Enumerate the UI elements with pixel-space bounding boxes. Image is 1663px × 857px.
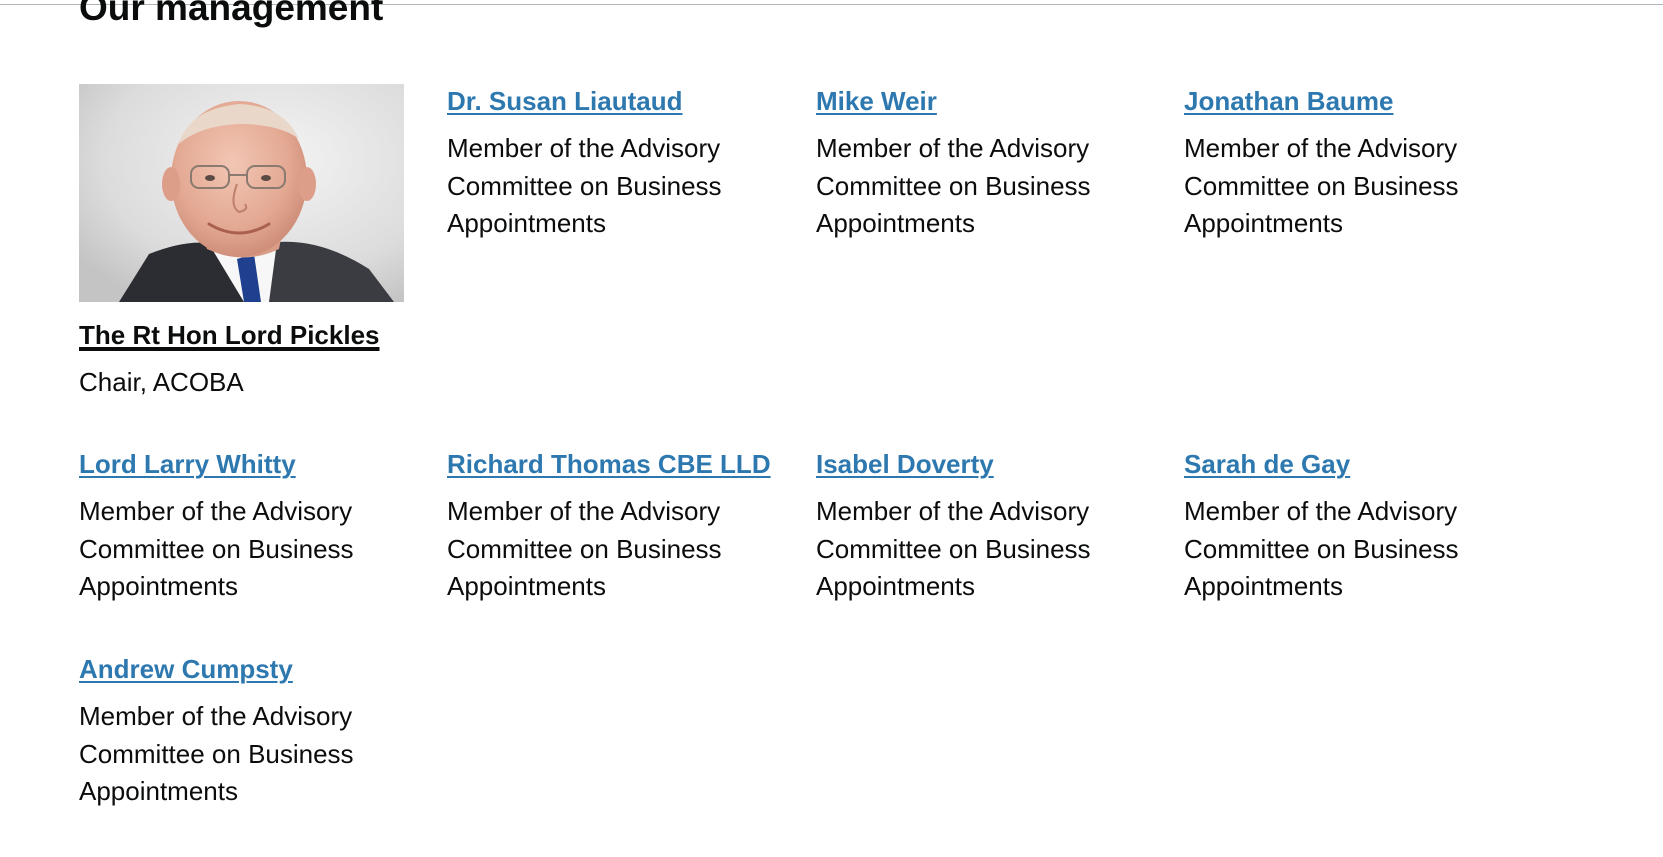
person-name-link[interactable]: The Rt Hon Lord Pickles xyxy=(79,318,380,352)
person-role: Member of the Advisory Committee on Busi… xyxy=(447,496,722,601)
chair-portrait-photo[interactable] xyxy=(79,84,404,302)
person-role: Chair, ACOBA xyxy=(79,367,244,397)
person-card: Jonathan Baume Member of the Advisory Co… xyxy=(1184,84,1529,243)
person-name-link[interactable]: Jonathan Baume xyxy=(1184,84,1394,118)
person-role: Member of the Advisory Committee on Busi… xyxy=(1184,496,1459,601)
person-card-chair: The Rt Hon Lord Pickles Chair, ACOBA xyxy=(79,84,424,402)
person-role: Member of the Advisory Committee on Busi… xyxy=(79,701,354,806)
person-role: Member of the Advisory Committee on Busi… xyxy=(816,496,1091,601)
person-card: Andrew Cumpsty Member of the Advisory Co… xyxy=(79,652,424,811)
person-role: Member of the Advisory Committee on Busi… xyxy=(79,496,354,601)
person-card: Dr. Susan Liautaud Member of the Advisor… xyxy=(447,84,792,243)
person-name-link[interactable]: Mike Weir xyxy=(816,84,937,118)
person-name-link[interactable]: Sarah de Gay xyxy=(1184,447,1350,481)
person-role: Member of the Advisory Committee on Busi… xyxy=(447,133,722,238)
person-name-link[interactable]: Richard Thomas CBE LLD xyxy=(447,447,771,481)
person-name-link[interactable]: Dr. Susan Liautaud xyxy=(447,84,683,118)
person-card: Sarah de Gay Member of the Advisory Comm… xyxy=(1184,447,1529,606)
person-card: Lord Larry Whitty Member of the Advisory… xyxy=(79,447,424,606)
person-card: Richard Thomas CBE LLD Member of the Adv… xyxy=(447,447,792,606)
person-role: Member of the Advisory Committee on Busi… xyxy=(1184,133,1459,238)
person-name-link[interactable]: Lord Larry Whitty xyxy=(79,447,296,481)
person-card: Isabel Doverty Member of the Advisory Co… xyxy=(816,447,1161,606)
person-card: Mike Weir Member of the Advisory Committ… xyxy=(816,84,1161,243)
person-role: Member of the Advisory Committee on Busi… xyxy=(816,133,1091,238)
person-name-link[interactable]: Andrew Cumpsty xyxy=(79,652,293,686)
person-name-link[interactable]: Isabel Doverty xyxy=(816,447,994,481)
page-title: Our management xyxy=(79,0,384,28)
